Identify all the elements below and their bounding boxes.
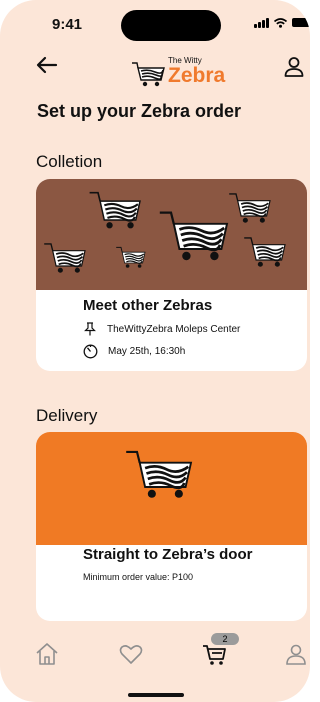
collection-hero-image [36, 179, 307, 290]
home-icon[interactable] [34, 641, 60, 667]
zebra-carts-illustration [43, 191, 286, 274]
status-time: 9:41 [52, 16, 83, 33]
delivery-min-order: Minimum order value: P100 [83, 572, 194, 582]
section-title-delivery: Delivery [36, 406, 98, 425]
timer-icon [83, 344, 98, 359]
profile-tab-icon[interactable] [283, 641, 309, 667]
section-title-collection: Colletion [36, 152, 103, 171]
pushpin-icon [84, 322, 96, 336]
heart-icon[interactable] [118, 641, 144, 667]
logo-wordmark: Zebra [168, 64, 226, 87]
phone-screen: 9:41 The Witty Zebra Set up your Zebra o… [0, 0, 310, 702]
collection-option-card[interactable] [36, 179, 307, 371]
collection-location: TheWittyZebra Moleps Center [107, 323, 241, 335]
cart-badge: 2 [211, 633, 239, 645]
status-bar: 9:41 [0, 0, 310, 48]
dynamic-island [121, 10, 221, 41]
profile-icon[interactable] [284, 56, 304, 78]
battery-icon [292, 18, 310, 27]
home-indicator [128, 693, 184, 697]
logo: The Witty Zebra [130, 56, 230, 90]
collection-time-row: May 25th, 16:30h [83, 344, 185, 359]
delivery-card-title: Straight to Zebra’s door [83, 546, 253, 563]
page-title: Set up your Zebra order [37, 101, 242, 121]
back-arrow-icon[interactable] [34, 54, 60, 76]
zebra-cart-logo-icon [132, 62, 165, 87]
collection-datetime: May 25th, 16:30h [108, 346, 186, 357]
status-icons [254, 17, 310, 28]
collection-location-row: TheWittyZebra Moleps Center [83, 322, 240, 336]
zebra-cart-illustration [126, 450, 193, 498]
wifi-icon [274, 17, 287, 28]
collection-card-title: Meet other Zebras [83, 297, 213, 314]
header: The Witty Zebra [0, 52, 310, 92]
delivery-hero-image [36, 432, 307, 545]
delivery-option-card[interactable] [36, 432, 307, 621]
signal-icon [254, 17, 269, 28]
